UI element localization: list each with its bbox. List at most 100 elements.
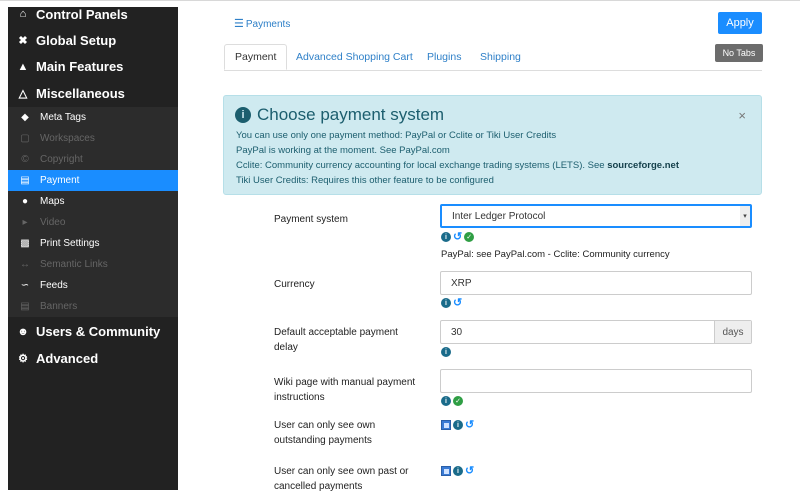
sidebar-item-video[interactable]: ▸ Video <box>8 212 178 233</box>
sidebar-submenu-miscellaneous: ◆ Meta Tags ▢ Workspaces © Copyright ▤ P… <box>8 106 178 317</box>
wiki-page-icons: i ✓ <box>441 396 463 406</box>
sidebar-section-label: Main Features <box>36 59 124 75</box>
payment-delay-icons: i <box>441 347 451 357</box>
alert-line: Tiki User Credits: Requires this other f… <box>236 175 494 186</box>
reset-icon[interactable]: ↺ <box>453 232 462 243</box>
main-content: ☰ Payments Apply Payment Advanced Shoppin… <box>200 7 800 492</box>
sidebar-section-advanced[interactable]: ⚙ Advanced <box>8 345 178 372</box>
sidebar-section-label: Global Setup <box>36 32 117 48</box>
sidebar-item-semantic-links[interactable]: ↔ Semantic Links <box>8 254 178 275</box>
alert-line-cclite: Cclite: Community currency accounting fo… <box>236 160 679 171</box>
payment-system-help: PayPal: see PayPal.com - Cclite: Communi… <box>441 249 670 260</box>
sidebar-section-main-features[interactable]: ▲ Main Features <box>8 54 178 81</box>
arrows-h-icon: ↔ <box>20 258 30 270</box>
flask-icon: △ <box>18 87 28 100</box>
alert-title: i Choose payment system <box>235 105 444 125</box>
sidebar-section-miscellaneous[interactable]: △ Miscellaneous <box>8 80 178 107</box>
sidebar-section-global-setup[interactable]: ✖ Global Setup <box>8 27 178 54</box>
sidebar-item-feeds[interactable]: ∽ Feeds <box>8 275 178 296</box>
info-alert: i Choose payment system × You can use on… <box>223 95 762 195</box>
payment-system-icons: i ↺ ✓ <box>441 232 475 243</box>
sidebar-section-users-community[interactable]: ☻ Users & Community <box>8 319 178 346</box>
own-outstanding-controls: i ↺ <box>441 420 474 431</box>
breadcrumb[interactable]: ☰ Payments <box>234 17 290 30</box>
own-outstanding-label: User can only see own outstanding paymen… <box>274 420 376 446</box>
sidebar-section-label: Advanced <box>36 350 99 366</box>
info-icon[interactable]: i <box>453 466 463 476</box>
video-icon: ▸ <box>22 216 28 228</box>
cogs-icon: ⚙ <box>18 352 28 365</box>
info-icon[interactable]: i <box>441 396 451 406</box>
info-icon: i <box>235 107 251 123</box>
own-outstanding-checkbox[interactable] <box>441 420 451 430</box>
own-past-label: User can only see own past or cancelled … <box>274 466 409 492</box>
no-tabs-button[interactable]: No Tabs <box>715 44 763 62</box>
sidebar-item-workspaces[interactable]: ▢ Workspaces <box>8 128 178 149</box>
sidebar-item-payment[interactable]: ▤ Payment <box>8 169 178 191</box>
desktop-icon: ▢ <box>20 132 30 144</box>
breadcrumb-label: Payments <box>245 19 291 30</box>
rss-icon: ∽ <box>20 279 30 291</box>
currency-input[interactable]: XRP <box>440 271 752 295</box>
sidebar-item-meta-tags[interactable]: ◆ Meta Tags <box>8 107 178 128</box>
own-past-controls: i ↺ <box>441 466 474 477</box>
tab-plugins[interactable]: Plugins <box>427 44 461 70</box>
payment-delay-label: Default acceptable payment delay <box>274 327 398 353</box>
check-icon: ✓ <box>453 396 463 406</box>
sidebar-section-label: Control Panels <box>36 7 128 22</box>
tab-payment[interactable]: Payment <box>224 44 288 70</box>
alert-line-text: Cclite: Community currency accounting fo… <box>236 160 608 171</box>
sidebar-section-label: Miscellaneous <box>36 85 125 101</box>
sidebar-item-label: Feeds <box>40 279 68 291</box>
wiki-page-input[interactable] <box>440 369 752 393</box>
tab-advanced-shopping-cart[interactable]: Advanced Shopping Cart <box>296 44 413 70</box>
currency-label: Currency <box>274 279 315 290</box>
reset-icon[interactable]: ↺ <box>465 466 474 477</box>
info-icon[interactable]: i <box>441 232 451 242</box>
credit-card-icon: ▤ <box>20 174 30 186</box>
info-icon[interactable]: i <box>441 298 451 308</box>
map-marker-icon: ● <box>21 195 29 207</box>
reset-icon[interactable]: ↺ <box>453 298 462 309</box>
info-icon[interactable]: i <box>453 420 463 430</box>
sourceforge-link[interactable]: sourceforge.net <box>607 160 679 171</box>
tab-shipping[interactable]: Shipping <box>480 44 521 70</box>
wiki-page-label: Wiki page with manual payment instructio… <box>274 377 416 403</box>
sidebar-item-print-settings[interactable]: ▩ Print Settings <box>8 233 178 254</box>
payment-delay-value: 30 <box>451 326 463 338</box>
payment-system-value: Inter Ledger Protocol <box>452 210 546 222</box>
tab-bar: Payment Advanced Shopping Cart Plugins S… <box>224 44 762 71</box>
payment-delay-input[interactable]: 30 days <box>440 320 752 344</box>
sidebar-item-label: Payment <box>40 174 80 186</box>
sidebar-item-label: Print Settings <box>40 237 100 249</box>
print-icon: ▩ <box>20 237 30 249</box>
reset-icon[interactable]: ↺ <box>465 420 474 431</box>
alert-line: PayPal is working at the moment. See Pay… <box>236 145 450 156</box>
home-icon: ⌂ <box>19 8 27 20</box>
sidebar-item-banners[interactable]: ▤ Banners <box>8 296 178 317</box>
currency-value: XRP <box>451 277 472 289</box>
sidebar-item-label: Maps <box>40 195 65 207</box>
apply-button[interactable]: Apply <box>718 12 762 34</box>
chevron-down-icon: ▾ <box>740 206 750 226</box>
payment-system-select[interactable]: Inter Ledger Protocol ▾ <box>440 204 752 228</box>
own-past-checkbox[interactable] <box>441 466 451 476</box>
banner-icon: ▤ <box>20 300 30 312</box>
payment-system-label: Payment system <box>274 214 348 225</box>
sidebar-item-maps[interactable]: ● Maps <box>8 191 178 212</box>
check-icon: ✓ <box>464 232 475 242</box>
tag-icon: ◆ <box>21 111 29 123</box>
tools-icon: ✖ <box>18 34 28 47</box>
list-icon: ☰ <box>234 18 244 30</box>
sidebar-item-label: Workspaces <box>40 132 95 144</box>
admin-sidebar: ⌂ Control Panels ✖ Global Setup ▲ Main F… <box>8 7 178 490</box>
sidebar-section-control-panels[interactable]: ⌂ Control Panels <box>8 7 178 27</box>
users-icon: ☻ <box>17 325 29 338</box>
sidebar-item-label: Semantic Links <box>40 258 108 270</box>
info-icon[interactable]: i <box>441 347 451 357</box>
days-addon: days <box>714 321 751 343</box>
bank-icon: ▲ <box>17 60 29 73</box>
alert-title-text: Choose payment system <box>257 105 445 124</box>
sidebar-item-copyright[interactable]: © Copyright <box>8 149 178 170</box>
close-icon[interactable]: × <box>738 108 746 123</box>
